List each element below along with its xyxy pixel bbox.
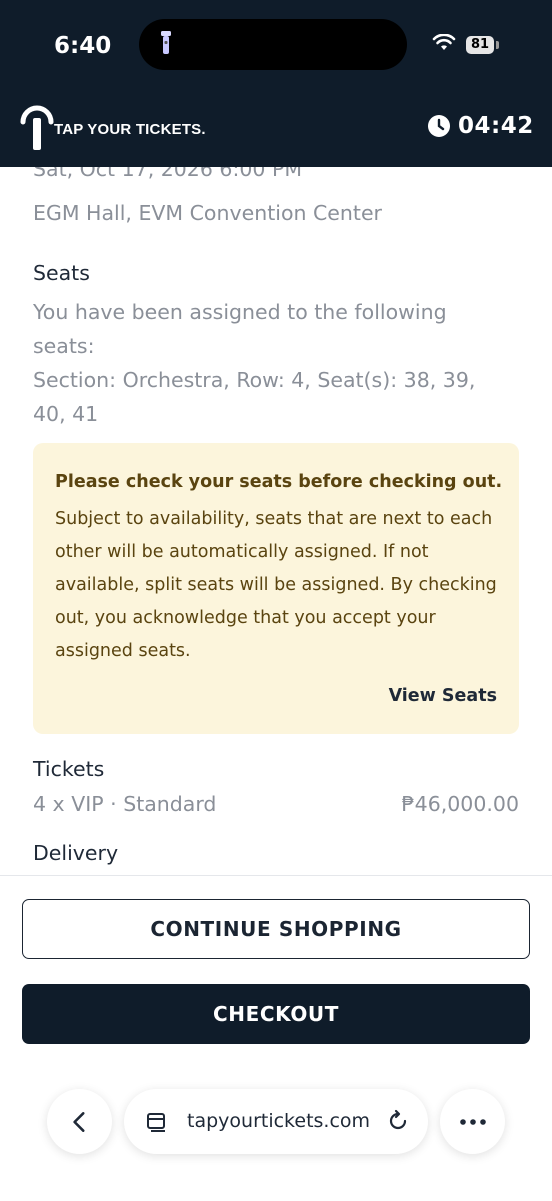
tabs-icon (147, 1113, 165, 1132)
browser-address-bar[interactable]: tapyourtickets.com (124, 1089, 428, 1154)
url-text: tapyourtickets.com (187, 1110, 371, 1132)
flashlight-icon (161, 31, 171, 54)
clock-icon (428, 115, 450, 137)
battery-indicator: 81 (466, 36, 494, 54)
checkout-button[interactable]: CHECKOUT (22, 984, 530, 1044)
action-footer: CONTINUE SHOPPING CHECKOUT tapyourticket… (0, 875, 552, 1201)
notice-body: Subject to availability, seats that are … (55, 509, 497, 661)
ticket-price: ₱46,000.00 (401, 792, 519, 816)
wifi-icon (432, 34, 456, 50)
brand-name: TAP YOUR TICKETS. (54, 121, 206, 138)
ticket-line-item: 4 x VIP · Standard (33, 792, 217, 816)
dynamic-island (139, 19, 407, 70)
view-seats-link[interactable]: View Seats (389, 686, 497, 706)
seats-description: You have been assigned to the following … (33, 300, 447, 358)
seats-detail: Section: Orchestra, Row: 4, Seat(s): 38,… (33, 368, 476, 426)
logo-icon (20, 105, 54, 150)
browser-back-button[interactable] (47, 1089, 112, 1154)
event-venue: EGM Hall, EVM Convention Center (33, 201, 382, 225)
delivery-heading: Delivery (33, 841, 119, 865)
status-time: 6:40 (54, 33, 112, 59)
back-icon (72, 1111, 85, 1132)
seats-heading: Seats (33, 261, 90, 285)
countdown-timer: 04:42 (458, 113, 534, 139)
notice-title: Please check your seats before checking … (55, 472, 503, 492)
continue-shopping-button[interactable]: CONTINUE SHOPPING (22, 899, 530, 959)
battery-tip (496, 41, 499, 49)
reload-icon[interactable] (386, 1109, 410, 1133)
browser-more-button[interactable] (440, 1089, 505, 1154)
seat-notice: Please check your seats before checking … (33, 443, 519, 734)
more-icon (459, 1118, 486, 1125)
event-date: Sat, Oct 17, 2026 6:00 PM (33, 167, 303, 181)
tickets-heading: Tickets (33, 757, 105, 781)
app-header: 6:40 81 TAP YOUR TICKETS. 04:42 (0, 0, 552, 167)
order-summary: Sat, Oct 17, 2026 6:00 PM EGM Hall, EVM … (0, 167, 552, 875)
